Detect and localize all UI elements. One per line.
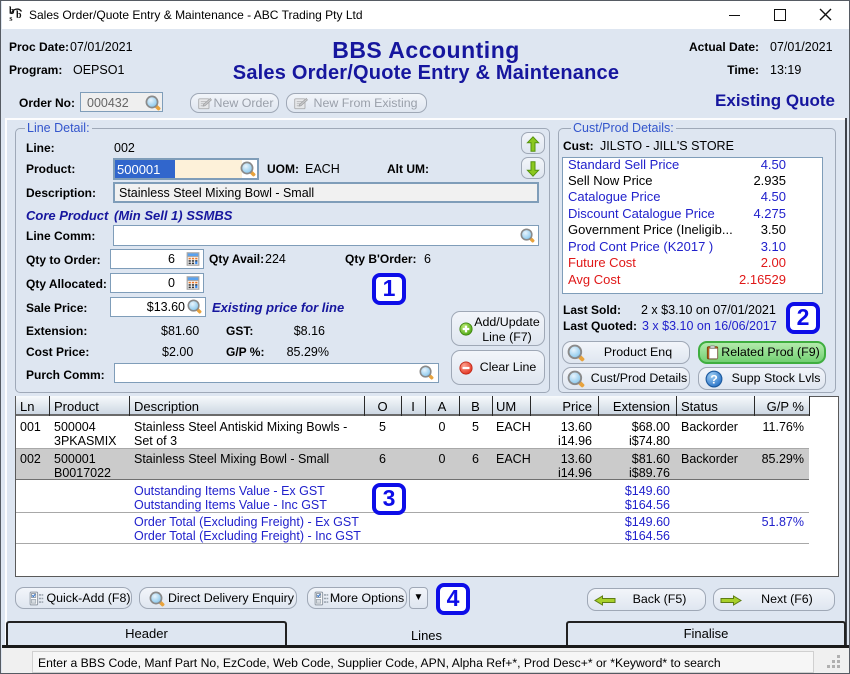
- svg-text:s: s: [9, 14, 12, 22]
- svg-text:b: b: [16, 10, 22, 21]
